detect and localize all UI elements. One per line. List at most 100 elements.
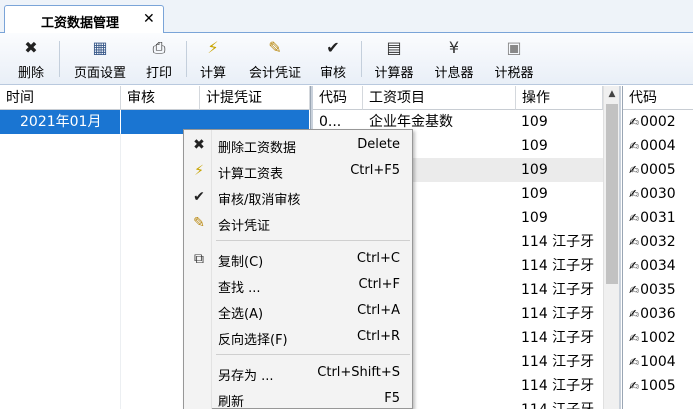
page-setup-label: 页面设置 xyxy=(73,66,126,81)
toolbar: ✖ 删除 ▦ 页面设置 ⎙ 打印 ⚡ 计算 ✎ 会计凭证 ✔ 审核 ▤ 计算器 ¥ 计息器 ▣ 计税器 xyxy=(0,33,693,85)
menu-item-label: 查找 ... xyxy=(218,281,261,296)
table-row[interactable]: ✍0036 xyxy=(623,302,693,326)
calc-salary-table-icon: ⚡ xyxy=(194,163,204,179)
table-row[interactable]: ✍0005 xyxy=(623,158,693,182)
menu-item-invert-selection[interactable]: 反向选择(F) Ctrl+R xyxy=(184,324,412,350)
toolbar-separator xyxy=(59,41,60,77)
menu-item-refresh[interactable]: 刷新 F5 xyxy=(184,386,412,409)
voucher-button[interactable]: ✎ 会计凭证 xyxy=(240,37,310,81)
splitter[interactable] xyxy=(619,86,621,409)
code-cell: 0032 xyxy=(640,234,676,250)
voucher-icon: ✎ xyxy=(268,38,282,57)
print-label: 打印 xyxy=(145,66,172,81)
table-row[interactable]: ✍1005 xyxy=(623,374,693,398)
menu-item-save-as[interactable]: 另存为 ... Ctrl+Shift+S xyxy=(184,360,412,386)
toolbar-separator xyxy=(186,41,187,77)
delete-salary-data-icon: ✖ xyxy=(193,137,205,153)
scroll-up-icon[interactable]: ▲ xyxy=(604,86,620,102)
table-row[interactable]: ✍0030 xyxy=(623,182,693,206)
operation-cell: 109 xyxy=(521,210,548,226)
table-row[interactable]: ✍0032 xyxy=(623,230,693,254)
tab-salary-data[interactable]: 工资数据管理 ✕ xyxy=(4,5,164,33)
menu-item-find[interactable]: 查找 ... Ctrl+F xyxy=(184,272,412,298)
menu-item-shortcut: F5 xyxy=(384,391,400,406)
audit-button[interactable]: ✔ 审核 xyxy=(313,37,353,81)
interest-label: 计息器 xyxy=(434,66,474,81)
operation-cell: 114 江子牙 xyxy=(521,354,595,370)
operation-cell: 114 江子牙 xyxy=(521,306,595,322)
period-cell[interactable]: 2021年01月 xyxy=(0,110,120,134)
signed-icon: ✍ xyxy=(629,139,640,153)
menu-item-shortcut: Ctrl+R xyxy=(356,329,400,344)
calculator-icon: ▤ xyxy=(386,38,402,57)
calculate-icon: ⚡ xyxy=(207,38,219,57)
col-header-time[interactable]: 时间 xyxy=(0,86,121,110)
code-cell: 0004 xyxy=(640,138,676,154)
code-cell: 0035 xyxy=(640,282,676,298)
voucher-label: 会计凭证 xyxy=(248,66,301,81)
col-header-voucher[interactable]: 计提凭证 xyxy=(200,86,310,110)
menu-separator xyxy=(216,240,410,241)
tax-button[interactable]: ▣ 计税器 xyxy=(486,37,542,81)
code-cell: 0034 xyxy=(640,258,676,274)
menu-item-shortcut: Ctrl+F5 xyxy=(350,163,400,178)
page-setup-button[interactable]: ▦ 页面设置 xyxy=(64,37,136,81)
code-cell: 1005 xyxy=(640,378,676,394)
col-header-audit[interactable]: 审核 xyxy=(121,86,200,110)
tab-strip: 工资数据管理 ✕ xyxy=(0,0,693,33)
menu-item-label: 刷新 xyxy=(218,395,245,409)
audit-label: 审核 xyxy=(319,66,346,81)
operation-cell: 114 江子牙 xyxy=(521,282,595,298)
col-header-code[interactable]: 代码 xyxy=(313,86,363,110)
print-button[interactable]: ⎙ 打印 xyxy=(139,37,179,81)
calculate-button[interactable]: ⚡ 计算 xyxy=(193,37,233,81)
grid-line xyxy=(120,134,121,409)
table-row[interactable]: ✍0031 xyxy=(623,206,693,230)
table-row[interactable]: ✍0034 xyxy=(623,254,693,278)
operation-cell: 114 江子牙 xyxy=(521,330,595,346)
code-cell: 0030 xyxy=(640,186,676,202)
interest-button[interactable]: ¥ 计息器 xyxy=(426,37,482,81)
menu-item-shortcut: Ctrl+Shift+S xyxy=(317,365,400,380)
close-icon[interactable]: ✕ xyxy=(143,11,155,27)
operation-cell: 114 江子牙 xyxy=(521,398,603,409)
table-row[interactable]: ✍0004 xyxy=(623,134,693,158)
col-header-item[interactable]: 工资项目 xyxy=(363,86,516,110)
menu-item-shortcut: Delete xyxy=(357,137,400,152)
table-row[interactable]: ✍0035 xyxy=(623,278,693,302)
menu-item-label: 另存为 ... xyxy=(218,369,274,384)
signed-icon: ✍ xyxy=(629,307,640,321)
menu-item-shortcut: Ctrl+A xyxy=(357,303,400,318)
copy-icon: ⧉ xyxy=(194,251,204,267)
code-cell: 0005 xyxy=(640,162,676,178)
col-header-operation[interactable]: 操作 xyxy=(516,86,603,110)
page-setup-icon: ▦ xyxy=(92,38,108,57)
vertical-scrollbar[interactable]: ▲ xyxy=(603,86,619,409)
signed-icon: ✍ xyxy=(629,187,640,201)
table-row[interactable]: ✍0002 xyxy=(623,110,693,134)
table-row[interactable]: ✍1002 xyxy=(623,326,693,350)
menu-item-audit-toggle[interactable]: ✔ 审核/取消审核 xyxy=(184,184,412,210)
menu-item-delete-salary-data[interactable]: ✖ 删除工资数据 Delete xyxy=(184,132,412,158)
calculate-label: 计算 xyxy=(199,66,226,81)
tax-icon: ▣ xyxy=(506,38,522,57)
col-header-code-right[interactable]: 代码 xyxy=(623,86,693,110)
menu-item-label: 审核/取消审核 xyxy=(218,193,301,208)
toolbar-separator xyxy=(361,41,362,77)
signed-icon: ✍ xyxy=(629,283,640,297)
menu-item-copy[interactable]: ⧉ 复制(C) Ctrl+C xyxy=(184,246,412,272)
menu-item-select-all[interactable]: 全选(A) Ctrl+A xyxy=(184,298,412,324)
menu-separator xyxy=(216,354,410,355)
interest-icon: ¥ xyxy=(448,38,460,57)
menu-item-calc-salary-table[interactable]: ⚡ 计算工资表 Ctrl+F5 xyxy=(184,158,412,184)
signed-icon: ✍ xyxy=(629,259,640,273)
audit-toggle-icon: ✔ xyxy=(193,189,205,205)
calculator-button[interactable]: ▤ 计算器 xyxy=(366,37,422,81)
scroll-thumb[interactable] xyxy=(606,104,618,284)
delete-label: 删除 xyxy=(17,66,44,81)
menu-item-accounting-voucher[interactable]: ✎ 会计凭证 xyxy=(184,210,412,236)
delete-button[interactable]: ✖ 删除 xyxy=(6,37,56,81)
table-row[interactable]: ✍1004 xyxy=(623,350,693,374)
operation-cell: 114 江子牙 xyxy=(521,378,595,394)
signed-icon: ✍ xyxy=(629,379,640,393)
